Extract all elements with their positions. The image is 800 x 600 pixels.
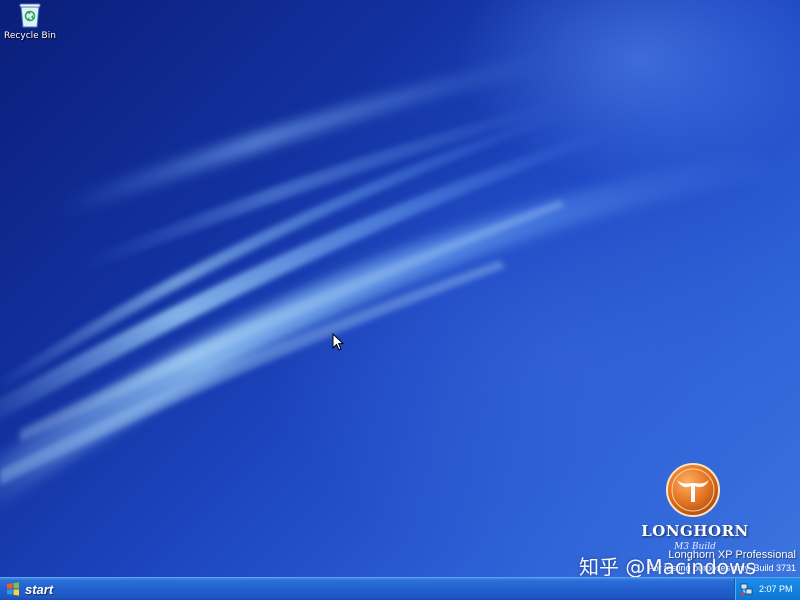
brand-name: LONGHORN (641, 522, 749, 540)
desktop[interactable]: Recycle Bin LONGHORN M3 Build Longhorn X… (0, 0, 800, 577)
watermark: 知乎 @Macindows (579, 555, 756, 577)
longhorn-logo-icon (666, 463, 720, 517)
system-tray: 2:07 PM (734, 578, 800, 600)
start-label: start (25, 581, 54, 597)
recycle-bin-icon (19, 3, 41, 28)
windows-flag-icon (7, 582, 19, 596)
clock[interactable]: 2:07 PM (759, 584, 793, 594)
network-icon[interactable] (740, 583, 753, 596)
mouse-pointer-icon (332, 333, 345, 351)
taskbar: start 2:07 PM (0, 577, 800, 600)
recycle-bin-shortcut[interactable]: Recycle Bin (2, 2, 58, 41)
recycle-bin-label: Recycle Bin (4, 31, 56, 41)
start-button[interactable]: start (0, 578, 98, 600)
